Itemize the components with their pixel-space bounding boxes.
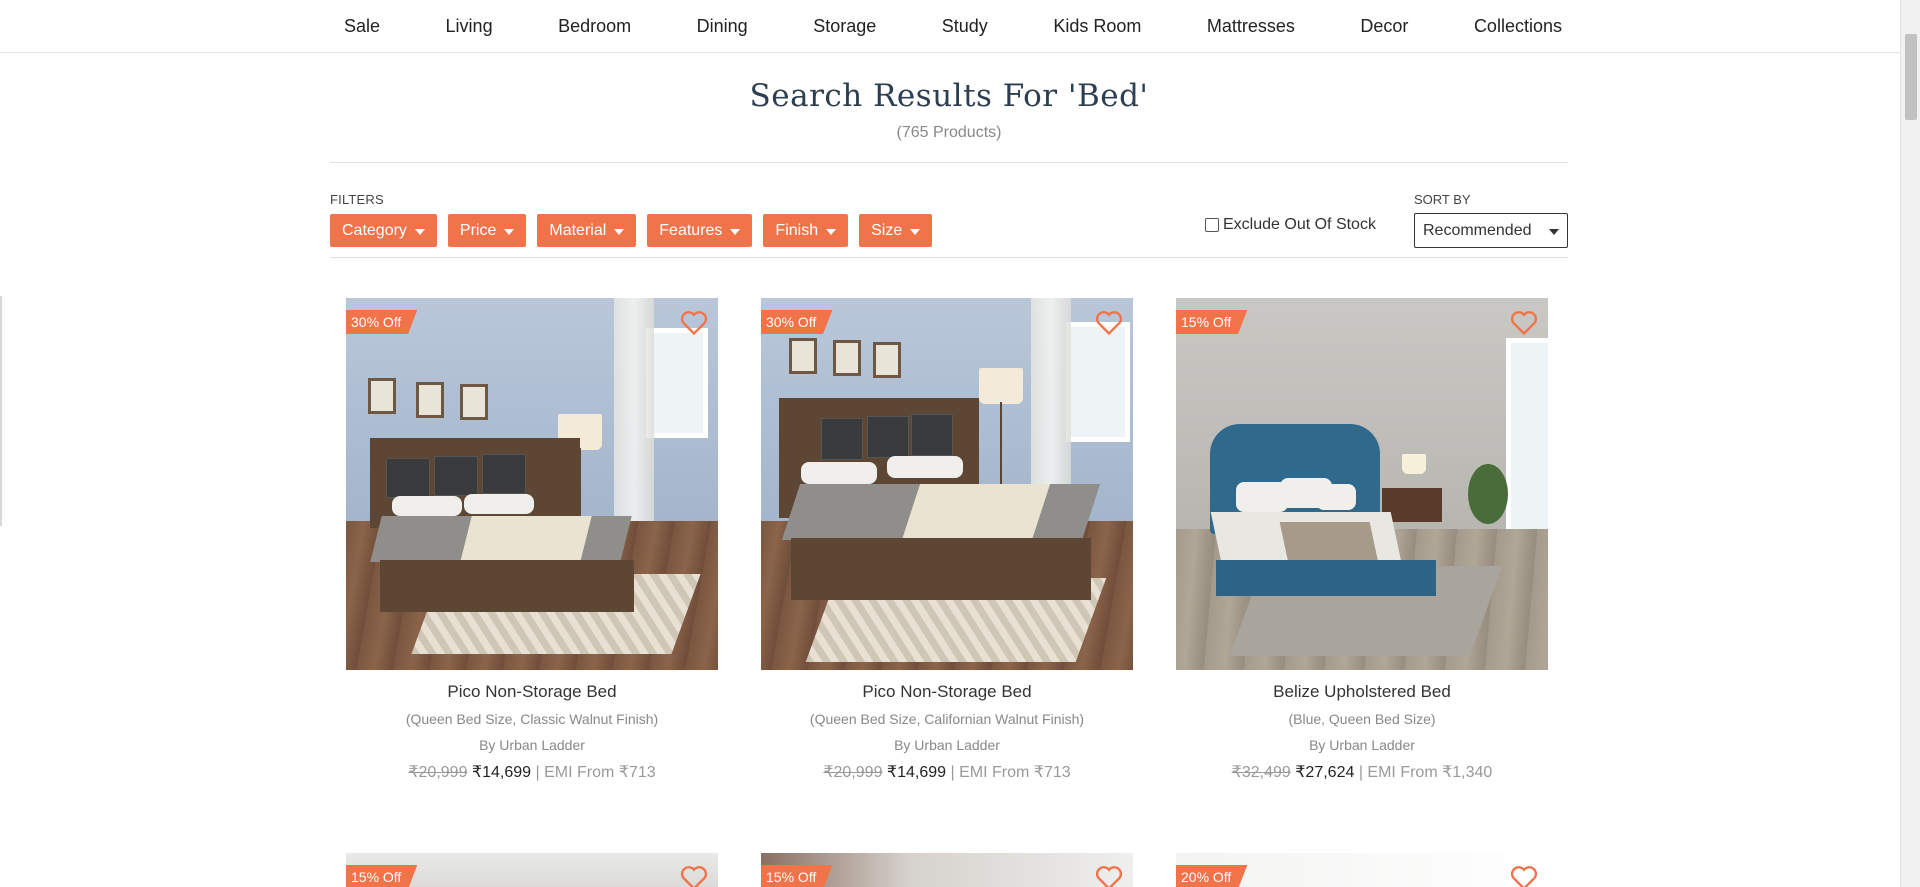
discount-badge: 15% Off (1176, 310, 1248, 334)
divider (330, 162, 1568, 163)
filter-label: Size (871, 221, 903, 239)
product-image[interactable]: 30% Off (346, 298, 718, 670)
discount-badge: 30% Off (761, 310, 833, 334)
filter-label: Material (549, 221, 607, 239)
filter-size-button[interactable]: Size (859, 214, 933, 247)
sale-price: ₹14,699 (471, 764, 532, 781)
product-image[interactable]: 15% Off (346, 853, 718, 887)
nav-item-decor[interactable]: Decor (1346, 16, 1422, 37)
scrollbar-thumb[interactable] (1905, 34, 1917, 120)
search-heading: Search Results For 'Bed' (765 Products) (330, 78, 1568, 142)
wishlist-heart-icon[interactable] (680, 310, 708, 336)
caret-down-icon (614, 228, 625, 235)
product-brand: By Urban Ladder (1309, 737, 1415, 753)
filter-bar: Category Price Material Features Finish … (330, 214, 933, 247)
nav-item-mattresses[interactable]: Mattresses (1193, 16, 1309, 37)
sort-by-label: SORT BY (1414, 192, 1471, 207)
product-price: ₹20,999 ₹14,699 | EMI From ₹713 (761, 762, 1133, 782)
product-count: (765 Products) (896, 124, 1002, 141)
product-image[interactable]: 15% Off (1176, 298, 1548, 670)
nav-item-kids-room[interactable]: Kids Room (1039, 16, 1155, 37)
caret-down-icon (730, 228, 741, 235)
nav-item-dining[interactable]: Dining (683, 16, 762, 37)
wishlist-heart-icon[interactable] (680, 865, 708, 887)
top-navigation: Sale Living Bedroom Dining Storage Study… (0, 0, 1900, 53)
discount-badge: 15% Off (346, 865, 418, 887)
product-image[interactable]: 20% Off (1176, 853, 1548, 887)
filter-label: Features (659, 221, 723, 239)
wishlist-heart-icon[interactable] (1095, 310, 1123, 336)
exclude-out-of-stock-label: Exclude Out Of Stock (1223, 216, 1376, 233)
sale-price: ₹27,624 (1295, 764, 1355, 781)
wishlist-heart-icon[interactable] (1510, 865, 1538, 887)
filter-label: Finish (775, 221, 819, 239)
left-edge-marker (0, 296, 2, 526)
filter-material-button[interactable]: Material (537, 214, 637, 247)
nav-item-study[interactable]: Study (928, 16, 1002, 37)
exclude-out-of-stock-checkbox[interactable] (1205, 218, 1219, 232)
nav-item-living[interactable]: Living (432, 16, 507, 37)
filter-price-button[interactable]: Price (447, 214, 527, 247)
original-price: ₹32,499 (1231, 764, 1291, 781)
caret-down-icon (910, 228, 921, 235)
sort-by-select[interactable]: Recommended (1414, 213, 1568, 248)
product-title[interactable]: Belize Upholstered Bed (1176, 682, 1548, 702)
filters-label: FILTERS (330, 192, 384, 207)
product-card[interactable]: 15% Off (346, 853, 718, 887)
nav-item-bedroom[interactable]: Bedroom (544, 16, 645, 37)
product-title[interactable]: Pico Non-Storage Bed (761, 682, 1133, 702)
exclude-out-of-stock-toggle[interactable]: Exclude Out Of Stock (1205, 216, 1376, 234)
product-title[interactable]: Pico Non-Storage Bed (346, 682, 718, 702)
filter-category-button[interactable]: Category (330, 214, 437, 247)
filter-finish-button[interactable]: Finish (763, 214, 849, 247)
vertical-scrollbar[interactable] (1900, 0, 1920, 887)
caret-down-icon (504, 228, 515, 235)
product-image[interactable]: 30% Off (761, 298, 1133, 670)
filter-label: Category (342, 221, 407, 239)
product-variant: (Queen Bed Size, Californian Walnut Fini… (809, 711, 1085, 727)
sort-selected-value: Recommended (1423, 221, 1532, 239)
filter-features-button[interactable]: Features (647, 214, 753, 247)
emi-text: | EMI From ₹713 (950, 764, 1071, 781)
nav-item-sale[interactable]: Sale (330, 16, 394, 37)
product-price: ₹32,499 ₹27,624 | EMI From ₹1,340 (1176, 762, 1548, 782)
emi-text: | EMI From ₹713 (535, 764, 656, 781)
nav-item-collections[interactable]: Collections (1460, 16, 1576, 37)
product-card[interactable]: 30% Off Pico Non-Storage Bed (Queen Bed … (761, 298, 1133, 782)
product-card[interactable]: 20% Off (1176, 853, 1548, 887)
page-title: Search Results For 'Bed' (749, 78, 1149, 114)
emi-text: | EMI From ₹1,340 (1358, 764, 1493, 781)
divider (330, 257, 1568, 258)
discount-badge: 15% Off (761, 865, 833, 887)
caret-down-icon (414, 228, 425, 235)
discount-badge: 20% Off (1176, 865, 1248, 887)
nav-item-storage[interactable]: Storage (799, 16, 890, 37)
original-price: ₹20,999 (823, 764, 883, 781)
product-variant: (Queen Bed Size, Classic Walnut Finish) (405, 711, 659, 727)
original-price: ₹20,999 (408, 764, 468, 781)
product-card[interactable]: 15% Off Belize Upholstered Bed (Blue, Qu… (1176, 298, 1548, 782)
filter-label: Price (459, 221, 497, 239)
wishlist-heart-icon[interactable] (1510, 310, 1538, 336)
caret-down-icon (826, 228, 837, 235)
product-price: ₹20,999 ₹14,699 | EMI From ₹713 (346, 762, 718, 782)
product-brand: By Urban Ladder (894, 737, 1000, 753)
product-image[interactable]: 15% Off (761, 853, 1133, 887)
discount-badge: 30% Off (346, 310, 418, 334)
caret-down-icon (1549, 228, 1559, 235)
product-card[interactable]: 15% Off (761, 853, 1133, 887)
product-card[interactable]: 30% Off Pico Non-Storage Bed (Queen Bed … (346, 298, 718, 782)
product-brand: By Urban Ladder (479, 737, 585, 753)
wishlist-heart-icon[interactable] (1095, 865, 1123, 887)
sale-price: ₹14,699 (886, 764, 947, 781)
product-variant: (Blue, Queen Bed Size) (1288, 711, 1436, 727)
